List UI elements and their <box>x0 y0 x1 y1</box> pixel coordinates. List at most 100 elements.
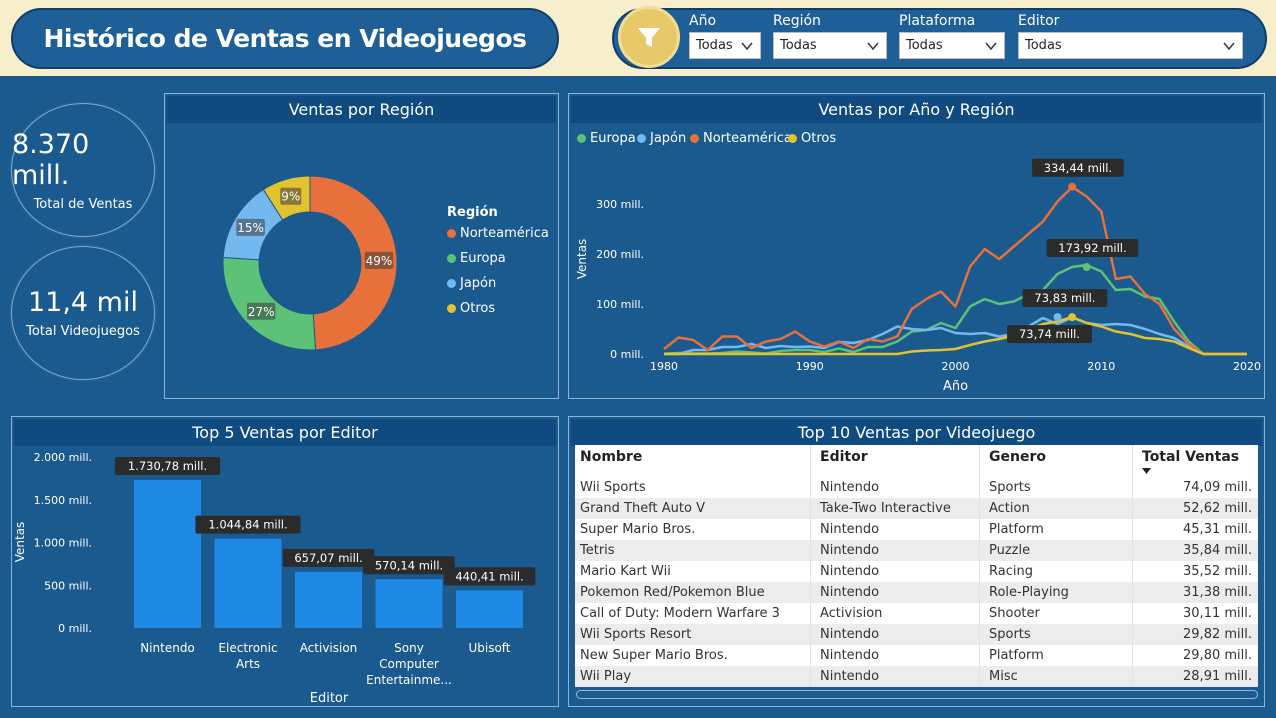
cell-total-sales: 31,38 mill. <box>1183 585 1252 600</box>
x-tick-label: 2020 <box>1233 360 1261 373</box>
cell-publisher: Nintendo <box>820 585 880 600</box>
annotation-label: 73,83 mill. <box>1034 291 1095 305</box>
slicer-platform-label: Plataforma <box>899 13 976 29</box>
y-tick-label: 0 mill. <box>58 622 92 635</box>
cell-publisher: Take-Two Interactive <box>820 501 951 516</box>
column-divider <box>810 445 811 686</box>
legend-label: Japón <box>460 276 497 291</box>
x-tick-label: Entertainme... <box>366 673 452 687</box>
kpi-total-games: 11,4 mil Total Videojuegos <box>11 246 155 380</box>
legend-item-japon[interactable]: Japón <box>447 276 496 291</box>
cell-name: New Super Mario Bros. <box>580 648 728 663</box>
cell-total-sales: 28,91 mill. <box>1183 669 1252 684</box>
legend-item-norteamerica[interactable]: Norteamérica <box>447 226 549 241</box>
bar-2 <box>295 571 362 628</box>
cell-publisher: Nintendo <box>820 522 880 537</box>
donut-data-label: 49% <box>366 254 393 268</box>
panel-top5-publishers: Top 5 Ventas por Editor 0 mill. 500 mill.… <box>11 416 559 707</box>
column-header-total-sales[interactable]: Total Ventas <box>1137 449 1239 465</box>
y-tick-label: 0 mill. <box>610 348 644 361</box>
cell-publisher: Activision <box>820 606 883 621</box>
donut-data-label: 27% <box>248 305 275 319</box>
bar-chart: 0 mill. 500 mill. 1.000 mill. 1.500 mill. 2.… <box>13 451 536 706</box>
cell-genre: Role-Playing <box>989 585 1069 600</box>
cell-genre: Platform <box>989 648 1044 663</box>
table-row[interactable]: Tetris Nintendo Puzzle 35,84 mill. <box>575 540 1258 561</box>
donut-chart: 49% 27% 15% 9% <box>222 175 398 351</box>
sort-descending-icon[interactable] <box>1142 468 1151 474</box>
cell-total-sales: 45,31 mill. <box>1183 522 1252 537</box>
table-row[interactable]: Grand Theft Auto V Take-Two Interactive Ac… <box>575 498 1258 519</box>
slicer-year-dropdown[interactable]: Todas <box>689 32 761 59</box>
cell-genre: Racing <box>989 564 1033 579</box>
annotation-label: 334,44 mill. <box>1044 161 1112 175</box>
slicer-region-label: Región <box>773 13 821 29</box>
cell-name: Tetris <box>580 543 615 558</box>
donut-data-label: 9% <box>281 190 300 204</box>
cell-genre: Misc <box>989 669 1018 684</box>
y-tick-label: 2.000 mill. <box>34 451 92 464</box>
column-divider <box>1132 445 1133 686</box>
x-tick-label: Arts <box>236 657 260 671</box>
cell-genre: Shooter <box>989 606 1040 621</box>
table-row[interactable]: New Super Mario Bros. Nintendo Platform 29,… <box>575 645 1258 666</box>
x-tick-label: 2000 <box>942 360 970 373</box>
bar-data-label: 1.044,84 mill. <box>208 518 287 532</box>
table-row[interactable]: Super Mario Bros. Nintendo Platform 45,31 m… <box>575 519 1258 540</box>
y-tick-label: 1.500 mill. <box>34 494 92 507</box>
legend-item-europa[interactable]: Europa <box>447 251 506 266</box>
cell-genre: Action <box>989 501 1030 516</box>
y-tick-label: 200 mill. <box>596 248 644 261</box>
cell-name: Grand Theft Auto V <box>580 501 705 516</box>
slicer-platform: Plataforma Todas <box>899 10 1005 59</box>
y-tick-label: 1.000 mill. <box>34 537 92 550</box>
legend-swatch <box>447 279 456 288</box>
slicer-year: Año Todas <box>689 10 761 59</box>
table-row[interactable]: Call of Duty: Modern Warfare 3 Activision… <box>575 603 1258 624</box>
cell-total-sales: 35,52 mill. <box>1183 564 1252 579</box>
cell-name: Wii Play <box>580 669 632 684</box>
legend-label: Europa <box>460 251 506 266</box>
annotation-point <box>1053 313 1062 322</box>
x-tick-label: 2010 <box>1087 360 1115 373</box>
kpi-total-games-caption: Total Videojuegos <box>26 324 140 339</box>
cell-publisher: Nintendo <box>820 669 880 684</box>
slicer-platform-dropdown[interactable]: Todas <box>899 32 1005 59</box>
donut-data-label: 15% <box>237 221 264 235</box>
table-row[interactable]: Wii Play Nintendo Misc 28,91 mill. <box>575 666 1258 687</box>
y-axis-label: Ventas <box>575 239 589 280</box>
line-chart: 0 mill. 100 mill. 200 mill. 300 mill. 1980 19… <box>575 158 1261 394</box>
table-row[interactable]: Mario Kart Wii Nintendo Racing 35,52 mill. <box>575 561 1258 582</box>
column-header-name[interactable]: Nombre <box>575 449 642 465</box>
x-tick-label: Ubisoft <box>468 641 510 655</box>
donut-legend-title: Región <box>447 205 498 220</box>
table-horizontal-scrollbar[interactable] <box>576 690 1258 699</box>
table-row[interactable]: Wii Sports Resort Nintendo Sports 29,82 mil… <box>575 624 1258 645</box>
legend-item-otros[interactable]: Otros <box>447 301 495 316</box>
cell-total-sales: 35,84 mill. <box>1183 543 1252 558</box>
panel-title: Top 10 Ventas por Videojuego <box>571 419 1262 446</box>
cell-total-sales: 30,11 mill. <box>1183 606 1252 621</box>
annotation-point <box>1068 182 1077 191</box>
slicer-publisher-dropdown[interactable]: Todas <box>1018 32 1243 59</box>
x-tick-label: 1990 <box>796 360 824 373</box>
table-row[interactable]: Wii Sports Nintendo Sports 74,09 mill. <box>575 477 1258 498</box>
legend-label: Norteamérica <box>460 226 549 241</box>
chevron-down-icon <box>985 42 997 50</box>
cell-name: Mario Kart Wii <box>580 564 671 579</box>
cell-publisher: Nintendo <box>820 564 880 579</box>
column-header-genre[interactable]: Genero <box>984 449 1046 465</box>
y-axis-label: Ventas <box>13 522 27 563</box>
slicer-region-dropdown[interactable]: Todas <box>773 32 887 59</box>
cell-name: Super Mario Bros. <box>580 522 696 537</box>
cell-publisher: Nintendo <box>820 480 880 495</box>
cell-name: Pokemon Red/Pokemon Blue <box>580 585 765 600</box>
table-row[interactable]: Pokemon Red/Pokemon Blue Nintendo Role-Pla… <box>575 582 1258 603</box>
slicer-platform-value: Todas <box>906 38 943 53</box>
bar-1 <box>214 538 282 628</box>
annotation-label: 73,74 mill. <box>1019 327 1080 341</box>
column-header-publisher[interactable]: Editor <box>815 449 868 465</box>
filter-icon[interactable] <box>618 6 680 68</box>
cell-genre: Puzzle <box>989 543 1031 558</box>
bar-3 <box>375 579 443 628</box>
